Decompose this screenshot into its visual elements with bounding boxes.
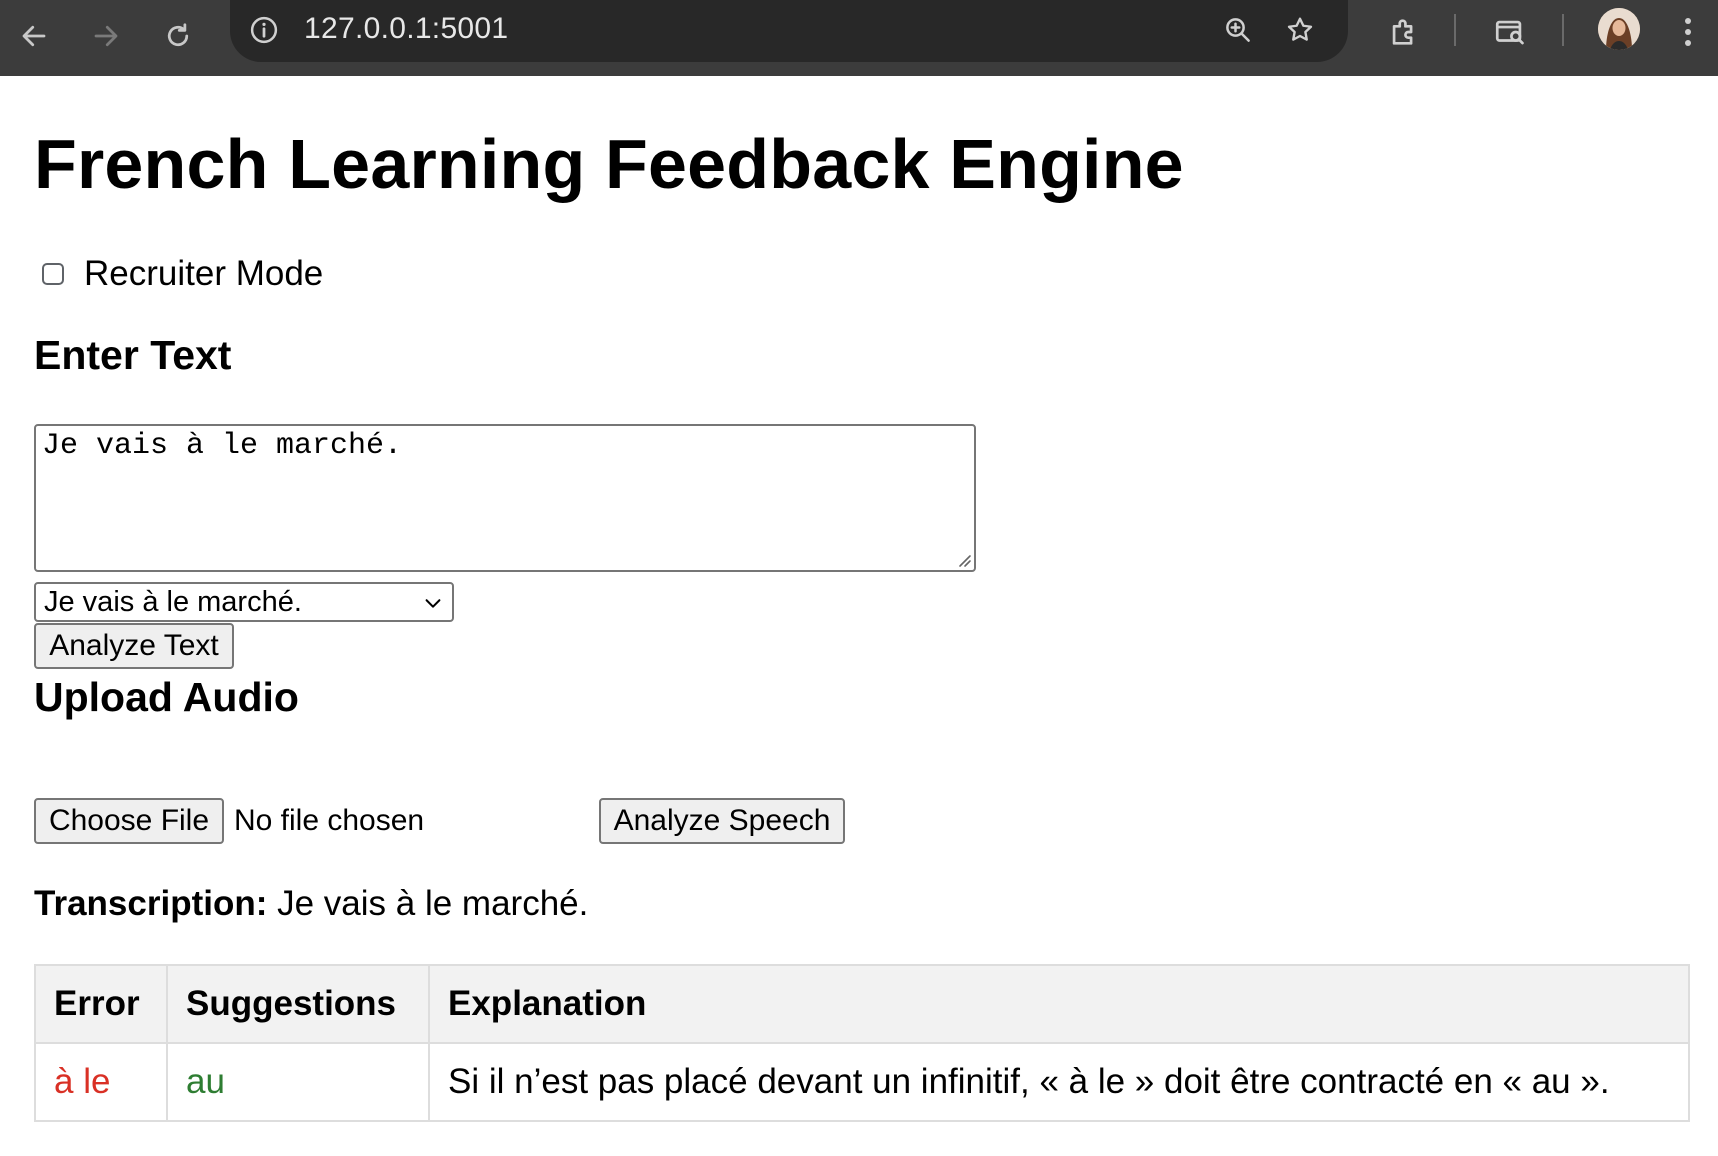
feedback-table: Error Suggestions Explanation à le au Si… [34,964,1690,1122]
error-cell: à le [34,1042,168,1122]
explanation-cell: Si il n’est pas placé devant un infiniti… [428,1042,1690,1122]
table-header-row: Error Suggestions Explanation [34,964,1690,1044]
table-row: à le au Si il n’est pas placé devant un … [34,1042,1690,1122]
toolbar-divider [1454,14,1456,46]
site-info-icon[interactable] [248,14,280,46]
browser-toolbar: 127.0.0.1:5001 [0,0,1718,76]
suggestion-cell: au [166,1042,430,1122]
forward-icon[interactable] [78,8,134,64]
recruiter-mode-toggle[interactable]: Recruiter Mode [42,254,323,294]
recruiter-mode-checkbox[interactable] [42,263,64,285]
transcription: Transcription: Je vais à le marché. [34,884,588,924]
analyze-text-button[interactable]: Analyze Text [34,623,234,669]
more-menu-icon[interactable] [1666,10,1710,54]
chevron-down-icon [425,599,441,608]
resize-handle-icon[interactable] [954,550,972,568]
extensions-icon[interactable] [1382,10,1426,54]
address-bar[interactable]: 127.0.0.1:5001 [230,0,1348,62]
text-input[interactable]: Je vais à le marché. [34,424,976,572]
sentence-select-value: Je vais à le marché. [44,586,302,618]
toolbar-divider [1562,14,1564,46]
url-text[interactable]: 127.0.0.1:5001 [304,12,508,46]
recruiter-mode-label[interactable]: Recruiter Mode [84,254,323,294]
enter-text-heading: Enter Text [34,332,232,378]
column-header-suggestions: Suggestions [166,964,430,1044]
upload-audio-heading: Upload Audio [34,674,299,720]
profile-avatar[interactable] [1598,8,1640,50]
transcription-value: Je vais à le marché. [277,884,589,923]
zoom-icon[interactable] [1218,10,1258,50]
sentence-select[interactable]: Je vais à le marché. [34,582,454,622]
analyze-speech-button[interactable]: Analyze Speech [599,798,845,844]
tab-search-icon[interactable] [1488,10,1532,54]
bookmark-star-icon[interactable] [1280,10,1320,50]
page-title: French Learning Feedback Engine [34,125,1184,203]
choose-file-button[interactable]: Choose File [34,798,224,844]
transcription-label: Transcription: [34,884,268,923]
reload-icon[interactable] [150,8,206,64]
column-header-explanation: Explanation [428,964,1690,1044]
back-icon[interactable] [6,8,62,64]
column-header-error: Error [34,964,168,1044]
file-status: No file chosen [234,804,425,837]
